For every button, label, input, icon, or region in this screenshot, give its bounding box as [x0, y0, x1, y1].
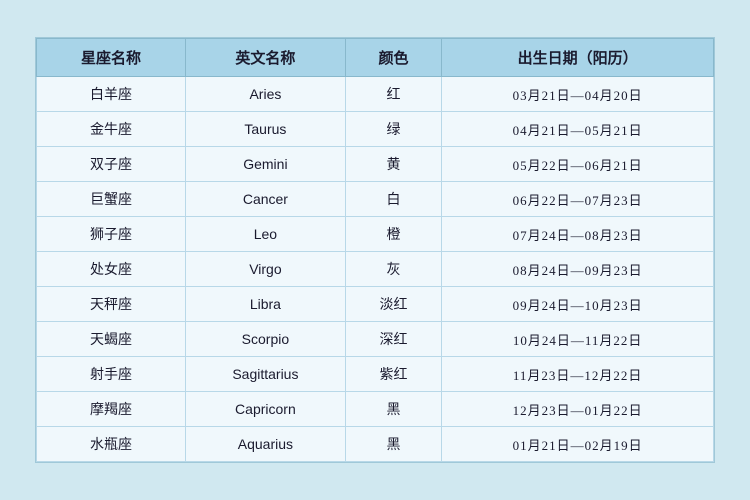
cell-dates: 03月21日—04月20日: [442, 77, 714, 112]
cell-dates: 12月23日—01月22日: [442, 392, 714, 427]
cell-color: 红: [345, 77, 441, 112]
table-row: 水瓶座Aquarius黑01月21日—02月19日: [37, 427, 714, 462]
table-row: 双子座Gemini黄05月22日—06月21日: [37, 147, 714, 182]
cell-dates: 06月22日—07月23日: [442, 182, 714, 217]
table-row: 天蝎座Scorpio深红10月24日—11月22日: [37, 322, 714, 357]
table-row: 白羊座Aries红03月21日—04月20日: [37, 77, 714, 112]
cell-english-name: Libra: [186, 287, 346, 322]
cell-color: 黑: [345, 427, 441, 462]
header-dates: 出生日期（阳历）: [442, 39, 714, 77]
table-row: 摩羯座Capricorn黑12月23日—01月22日: [37, 392, 714, 427]
cell-dates: 10月24日—11月22日: [442, 322, 714, 357]
cell-dates: 01月21日—02月19日: [442, 427, 714, 462]
cell-chinese-name: 金牛座: [37, 112, 186, 147]
cell-dates: 11月23日—12月22日: [442, 357, 714, 392]
cell-color: 绿: [345, 112, 441, 147]
table-row: 处女座Virgo灰08月24日—09月23日: [37, 252, 714, 287]
table-body: 白羊座Aries红03月21日—04月20日金牛座Taurus绿04月21日—0…: [37, 77, 714, 462]
cell-chinese-name: 摩羯座: [37, 392, 186, 427]
header-color: 颜色: [345, 39, 441, 77]
cell-english-name: Capricorn: [186, 392, 346, 427]
cell-color: 黄: [345, 147, 441, 182]
cell-chinese-name: 天秤座: [37, 287, 186, 322]
cell-chinese-name: 天蝎座: [37, 322, 186, 357]
cell-english-name: Aries: [186, 77, 346, 112]
table-row: 天秤座Libra淡红09月24日—10月23日: [37, 287, 714, 322]
cell-dates: 09月24日—10月23日: [442, 287, 714, 322]
cell-english-name: Aquarius: [186, 427, 346, 462]
cell-dates: 04月21日—05月21日: [442, 112, 714, 147]
cell-english-name: Scorpio: [186, 322, 346, 357]
cell-dates: 05月22日—06月21日: [442, 147, 714, 182]
header-chinese-name: 星座名称: [37, 39, 186, 77]
table-header-row: 星座名称 英文名称 颜色 出生日期（阳历）: [37, 39, 714, 77]
table-row: 射手座Sagittarius紫红11月23日—12月22日: [37, 357, 714, 392]
cell-color: 黑: [345, 392, 441, 427]
table-row: 狮子座Leo橙07月24日—08月23日: [37, 217, 714, 252]
table-row: 金牛座Taurus绿04月21日—05月21日: [37, 112, 714, 147]
zodiac-table-container: 星座名称 英文名称 颜色 出生日期（阳历） 白羊座Aries红03月21日—04…: [35, 37, 715, 463]
cell-english-name: Sagittarius: [186, 357, 346, 392]
cell-chinese-name: 双子座: [37, 147, 186, 182]
cell-color: 白: [345, 182, 441, 217]
header-english-name: 英文名称: [186, 39, 346, 77]
cell-chinese-name: 狮子座: [37, 217, 186, 252]
cell-color: 深红: [345, 322, 441, 357]
zodiac-table: 星座名称 英文名称 颜色 出生日期（阳历） 白羊座Aries红03月21日—04…: [36, 38, 714, 462]
cell-dates: 07月24日—08月23日: [442, 217, 714, 252]
cell-english-name: Leo: [186, 217, 346, 252]
cell-chinese-name: 白羊座: [37, 77, 186, 112]
cell-chinese-name: 处女座: [37, 252, 186, 287]
cell-chinese-name: 水瓶座: [37, 427, 186, 462]
cell-color: 紫红: [345, 357, 441, 392]
cell-english-name: Gemini: [186, 147, 346, 182]
table-row: 巨蟹座Cancer白06月22日—07月23日: [37, 182, 714, 217]
cell-color: 淡红: [345, 287, 441, 322]
cell-english-name: Cancer: [186, 182, 346, 217]
cell-english-name: Virgo: [186, 252, 346, 287]
cell-color: 灰: [345, 252, 441, 287]
cell-english-name: Taurus: [186, 112, 346, 147]
cell-dates: 08月24日—09月23日: [442, 252, 714, 287]
cell-chinese-name: 射手座: [37, 357, 186, 392]
cell-chinese-name: 巨蟹座: [37, 182, 186, 217]
cell-color: 橙: [345, 217, 441, 252]
